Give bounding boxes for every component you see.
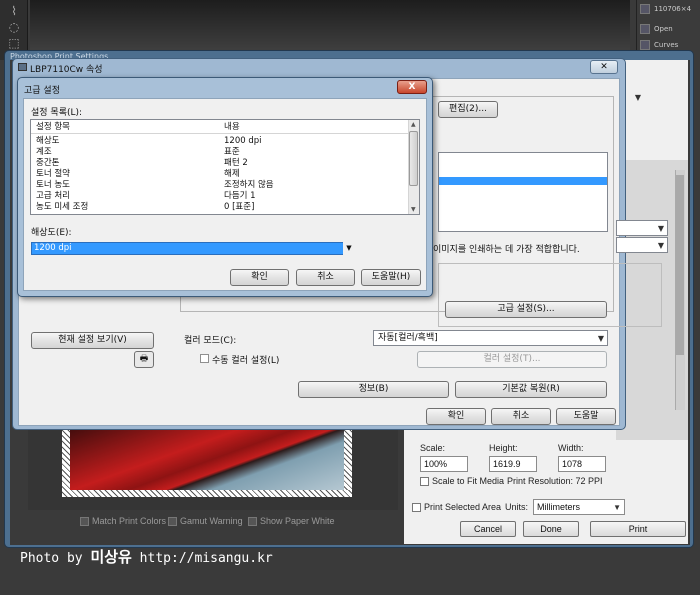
profile-select[interactable]: ▼: [616, 90, 644, 106]
scale-input[interactable]: 100%: [420, 456, 468, 472]
print-selected-area-checkbox[interactable]: [412, 503, 421, 512]
cancel-button[interactable]: 취소: [491, 408, 551, 425]
gamut-warning-checkbox[interactable]: [168, 517, 177, 526]
preview-margin: [344, 425, 352, 497]
resolution-label: 해상도(E):: [31, 228, 72, 238]
photo-credit-watermark: Photo by 미상유 http://misangu.kr: [20, 548, 273, 566]
gamut-warning-label: Gamut Warning: [180, 516, 243, 526]
preview-photo: [68, 425, 346, 491]
help-button[interactable]: 도움말(H): [361, 269, 421, 286]
close-icon[interactable]: ✕: [590, 60, 618, 74]
lasso-icon[interactable]: ⌇: [6, 4, 22, 18]
close-icon[interactable]: X: [397, 80, 427, 94]
height-input[interactable]: 1619.9: [489, 456, 537, 472]
list-item[interactable]: 토너 절약 해제: [36, 169, 406, 180]
list-item[interactable]: 계조 표준: [36, 147, 406, 158]
color-settings-button[interactable]: 컬러 설정(T)...: [417, 351, 607, 368]
cancel-button[interactable]: Cancel: [460, 521, 516, 537]
history-state-icon: [640, 40, 650, 50]
chevron-down-icon: ▼: [613, 503, 621, 512]
color-mode-label: 컬러 모드(C):: [184, 336, 237, 346]
manual-color-checkbox[interactable]: [200, 354, 209, 363]
done-button[interactable]: Done: [523, 521, 579, 537]
width-input[interactable]: 1078: [558, 456, 606, 472]
help-button[interactable]: 도움말: [556, 408, 616, 425]
preview-margin: [62, 425, 70, 497]
edit-button[interactable]: 편집(2)...: [438, 101, 498, 118]
thumbnail-icon: [640, 4, 650, 14]
dialog-title: 고급 설정: [24, 86, 60, 96]
selected-profile-row[interactable]: [439, 177, 607, 185]
info-button[interactable]: 정보(B): [298, 381, 449, 398]
resolution-select[interactable]: 1200 dpi: [31, 242, 355, 255]
scrollbar-thumb[interactable]: [676, 175, 684, 355]
ok-button[interactable]: 확인: [230, 269, 289, 286]
list-item[interactable]: 고급 처리 다듬기 1: [36, 191, 406, 202]
units-select[interactable]: Millimeters ▼: [533, 499, 625, 515]
print-selected-area-label: Print Selected Area: [424, 502, 502, 512]
manual-color-label: 수동 컬러 설정(L): [212, 356, 280, 366]
print-resolution: Print Resolution: 72 PPI: [507, 476, 603, 486]
scale-to-fit-label: Scale to Fit Media: [432, 476, 505, 486]
printer-status-icon[interactable]: 🖶: [134, 351, 154, 368]
chevron-down-icon[interactable]: ▼: [343, 242, 355, 255]
units-label: Units:: [505, 502, 529, 512]
list-item[interactable]: 해상도 1200 dpi: [36, 136, 406, 147]
chevron-down-icon: ▼: [657, 224, 664, 233]
list-item[interactable]: 농도 미세 조정 0 [표준]: [36, 202, 406, 213]
history-item[interactable]: Open: [640, 22, 700, 36]
chevron-down-icon: ▼: [634, 93, 641, 102]
history-state-icon: [640, 24, 650, 34]
chevron-down-icon: ▼: [657, 241, 664, 250]
profile-description: 이미지를 인쇄하는 데 가장 적합합니다.: [433, 245, 580, 255]
print-button[interactable]: Print: [590, 521, 686, 537]
preview-margin: [62, 490, 352, 497]
history-item[interactable]: 110706×4: [640, 2, 700, 16]
match-print-colors-checkbox[interactable]: [80, 517, 89, 526]
dialog-title: LBP7110Cw 속성: [30, 65, 103, 75]
profile-list[interactable]: [438, 152, 608, 232]
show-paper-white-label: Show Paper White: [260, 516, 335, 526]
column-header-value[interactable]: 내용: [224, 122, 240, 133]
ok-button[interactable]: 확인: [426, 408, 486, 425]
chevron-down-icon: ▼: [597, 334, 604, 343]
cancel-button[interactable]: 취소: [296, 269, 355, 286]
scroll-down-icon[interactable]: ▼: [411, 206, 416, 213]
settings-list-label: 설정 목록(L):: [31, 108, 83, 118]
height-label: Height:: [489, 443, 518, 453]
marquee-icon[interactable]: ◌: [6, 20, 22, 34]
scroll-up-icon[interactable]: ▲: [411, 121, 416, 128]
list-header-row: 설정 항목 내용: [36, 122, 406, 133]
width-label: Width:: [558, 443, 584, 453]
move-icon[interactable]: ⬚: [6, 36, 22, 50]
scrollbar-thumb[interactable]: [409, 131, 418, 186]
list-item[interactable]: 중간톤 패턴 2: [36, 158, 406, 169]
match-print-colors-label: Match Print Colors: [92, 516, 167, 526]
disabled-select: ▼: [616, 237, 668, 253]
view-current-settings-button[interactable]: 현재 설정 보기(V): [31, 332, 154, 349]
show-paper-white-checkbox[interactable]: [248, 517, 257, 526]
restore-defaults-button[interactable]: 기본값 복원(R): [455, 381, 607, 398]
column-header-item[interactable]: 설정 항목: [36, 122, 70, 132]
printer-icon: [18, 63, 27, 71]
scale-label: Scale:: [420, 443, 446, 453]
color-mode-select[interactable]: 자동[컬러/흑백] ▼: [373, 330, 608, 346]
advanced-settings-button[interactable]: 고급 설정(S)...: [445, 301, 607, 318]
output-select[interactable]: ▼: [616, 220, 668, 236]
scale-to-fit-checkbox[interactable]: [420, 477, 429, 486]
list-item[interactable]: 토너 농도 조정하지 않음: [36, 180, 406, 191]
